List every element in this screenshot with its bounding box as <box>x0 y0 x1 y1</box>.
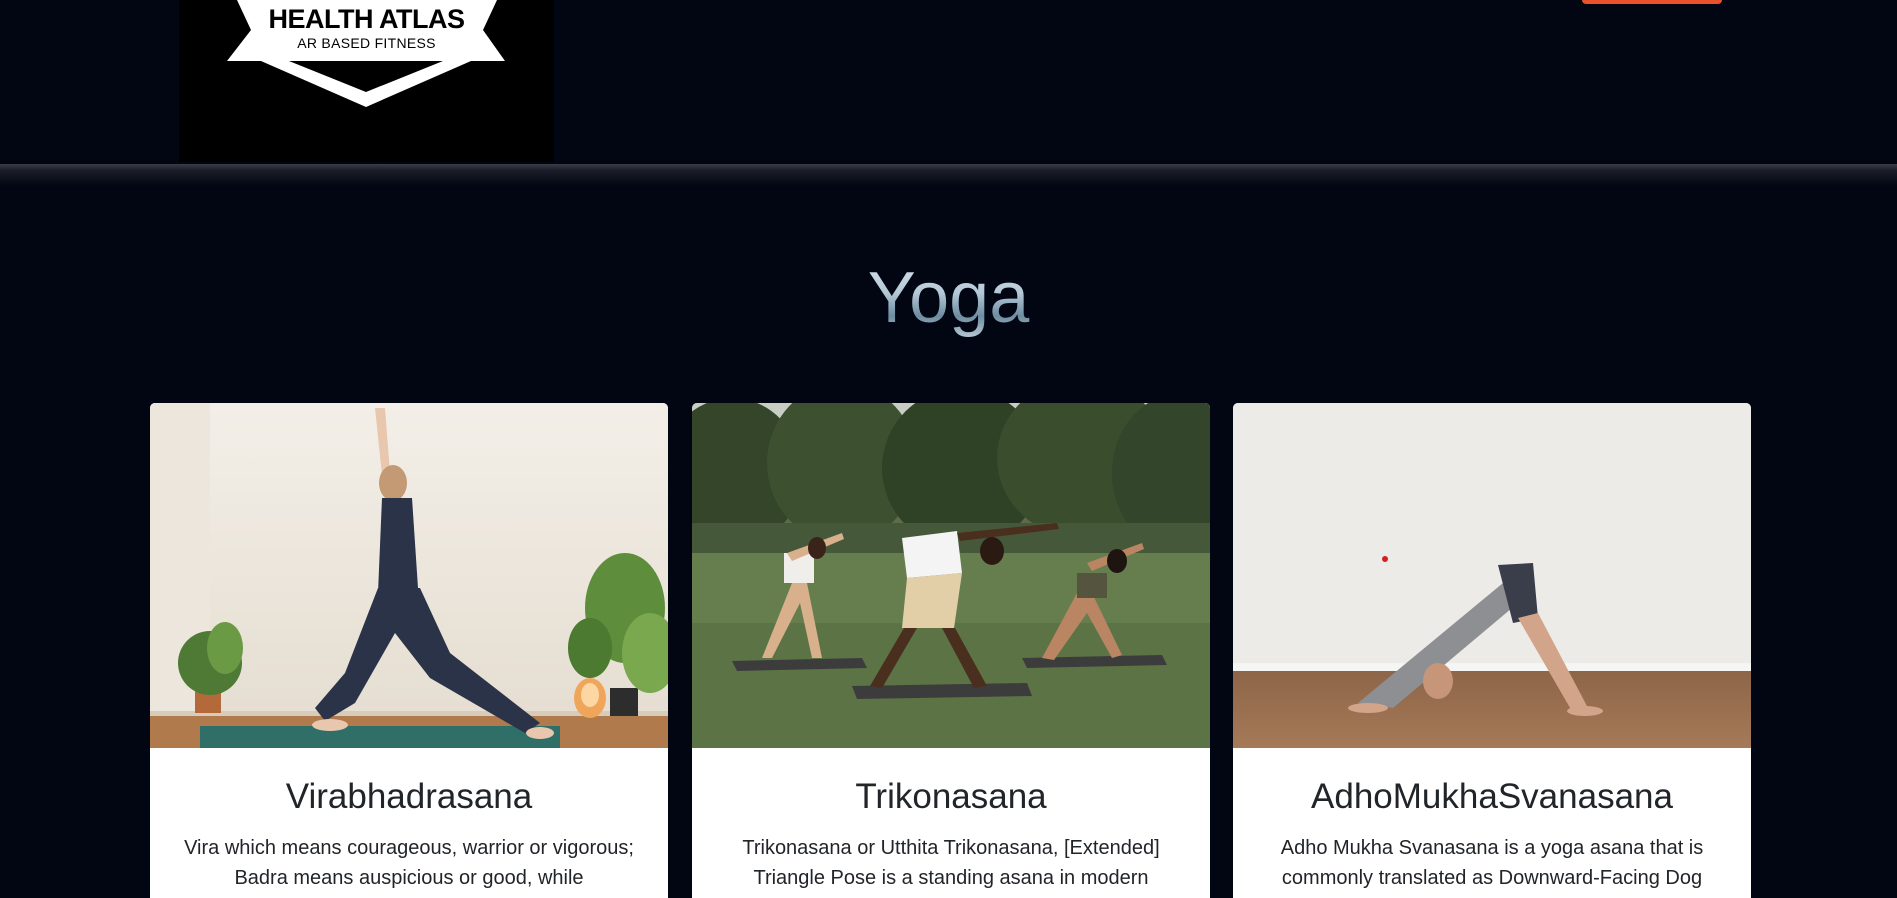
brand-title: HEALTH ATLAS <box>268 4 465 34</box>
card-title: Trikonasana <box>855 777 1047 816</box>
card-description: Adho Mukha Svanasana is a yoga asana tha… <box>1280 837 1704 889</box>
downward-dog-image <box>1233 403 1751 748</box>
card-title: Virabhadrasana <box>285 777 533 816</box>
card-description: Trikonasana or Utthita Trikonasana, [Ext… <box>742 837 1160 889</box>
triangle-pose-image <box>692 403 1210 748</box>
brand-subtitle: AR BASED FITNESS <box>297 35 436 51</box>
card-description: Vira which means courageous, warrior or … <box>184 837 634 889</box>
yoga-card-virabhadrasana[interactable]: Virabhadrasana Vira which means courageo… <box>150 403 668 898</box>
yoga-card-adhomukhasvanasana[interactable]: AdhoMukhaSvanasana Adho Mukha Svanasana … <box>1233 403 1751 898</box>
nav-action-button[interactable] <box>1582 0 1722 4</box>
brand-logo[interactable]: HEALTH ATLAS AR BASED FITNESS <box>179 0 554 162</box>
card-title: AdhoMukhaSvanasana <box>1311 777 1673 816</box>
site-header: HEALTH ATLAS AR BASED FITNESS <box>0 0 1897 164</box>
yoga-card-trikonasana[interactable]: Trikonasana Trikonasana or Utthita Triko… <box>692 403 1210 898</box>
warrior-pose-image <box>150 403 668 748</box>
header-divider <box>0 164 1897 186</box>
section-title: Yoga <box>0 253 1897 343</box>
